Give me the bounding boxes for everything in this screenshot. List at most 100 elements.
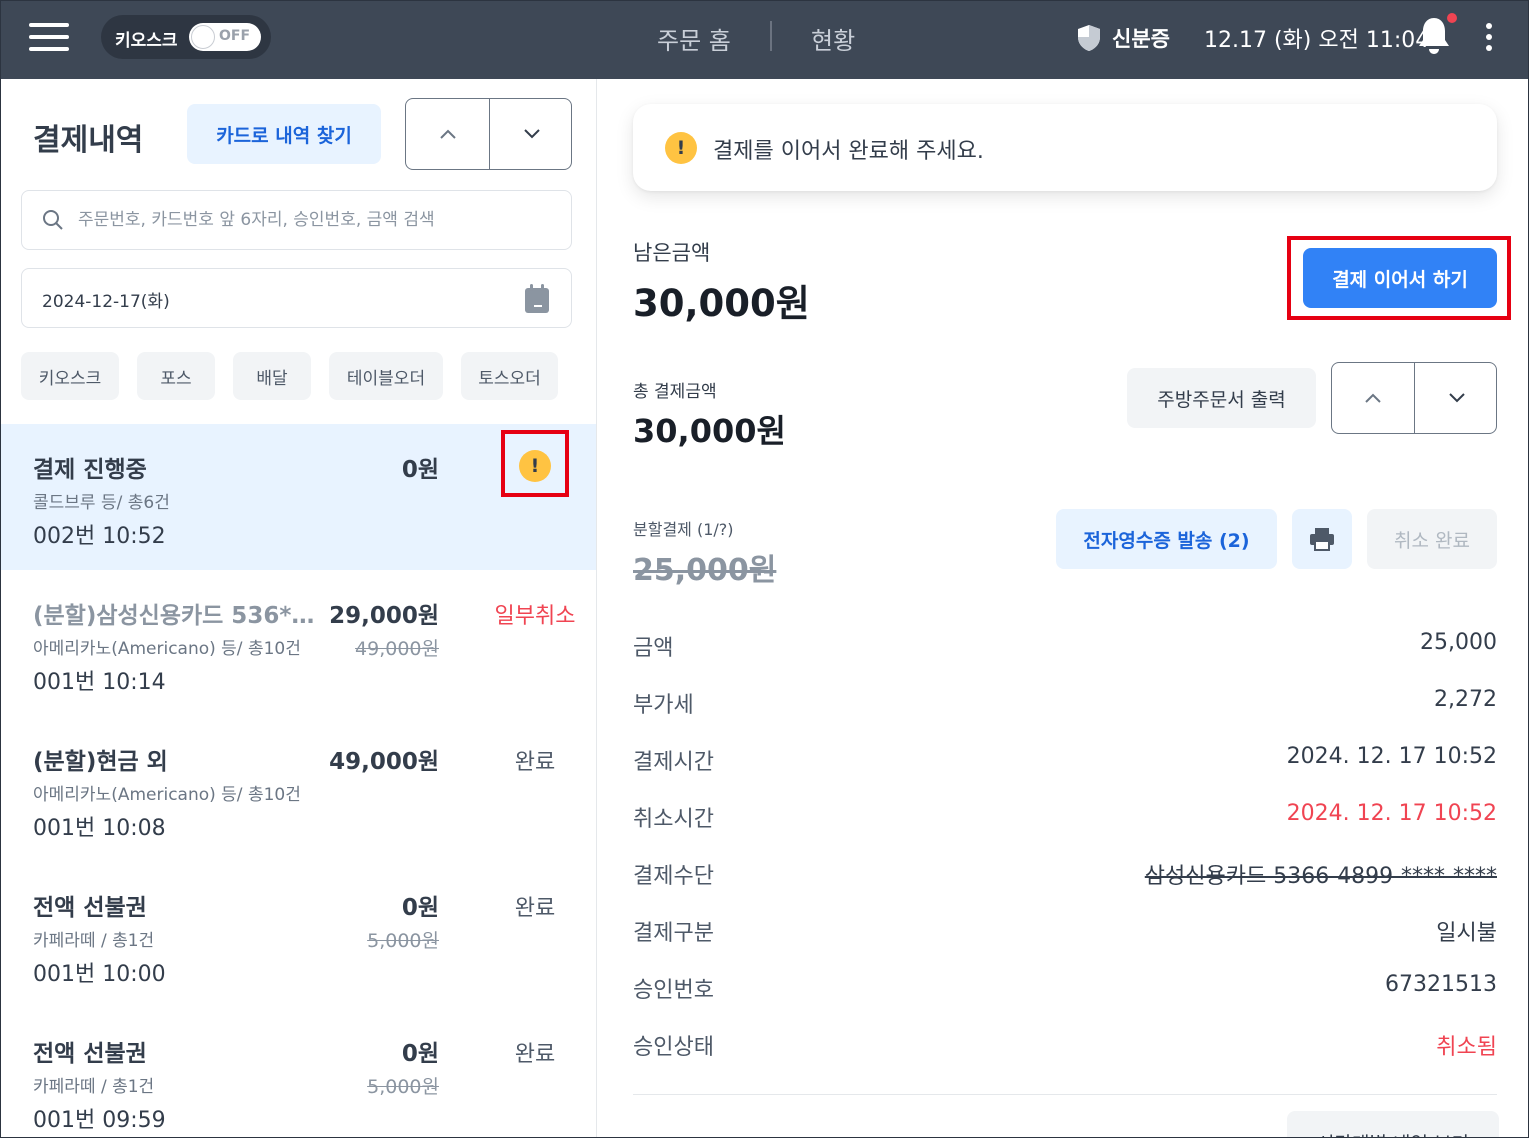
list-up-button[interactable]	[406, 99, 489, 169]
payment-order-time: 001번 09:59	[33, 1108, 166, 1133]
split-payment-amount: 25,000원	[633, 553, 777, 588]
id-card-label: 신분증	[1112, 27, 1170, 51]
total-amount-label: 총 결제금액	[633, 382, 717, 402]
highlight-box	[1287, 236, 1511, 320]
detail-label: 결제시간	[633, 750, 714, 775]
search-icon	[43, 210, 63, 230]
notification-dot	[1447, 13, 1457, 23]
detail-row-cancel-time: 취소시간 2024. 12. 17 10:52	[633, 795, 1497, 835]
find-by-card-button[interactable]: 카드로 내역 찾기	[187, 104, 381, 164]
kiosk-label: 키오스크	[115, 31, 178, 51]
detail-value: 일시불	[1436, 921, 1497, 946]
detail-label: 결제구분	[633, 921, 714, 946]
current-datetime: 12.17 (화) 오전 11:04	[1204, 28, 1430, 53]
detail-label: 승인번호	[633, 978, 714, 1003]
list-down-button[interactable]	[490, 99, 573, 169]
more-icon[interactable]	[1481, 21, 1497, 55]
bell-icon[interactable]	[1417, 13, 1457, 59]
detail-row-payment-method: 결제수단 삼성신용카드 5366-4899-****-****	[633, 852, 1497, 892]
detail-label: 승인상태	[633, 1035, 714, 1060]
payment-detail-panel: ! 결제를 이어서 완료해 주세요. 남은금액 30,000원 결제 이어서 하…	[597, 79, 1528, 1137]
payment-list-item[interactable]: 결제 진행중 콜드브루 등/ 총6건 002번 10:52 0원 !	[1, 424, 596, 570]
detail-label: 금액	[633, 636, 674, 661]
detail-value: 삼성신용카드 5366-4899-****-****	[1144, 864, 1497, 889]
print-receipt-button[interactable]	[1292, 509, 1352, 569]
detail-up-button[interactable]	[1332, 363, 1414, 433]
payment-summary: 아메리카노(Americano) 등/ 총10건	[33, 785, 301, 805]
search-box	[21, 190, 572, 250]
chevron-up-icon	[439, 129, 456, 139]
original-amount: 49,000원	[355, 638, 439, 660]
payment-order-time: 001번 10:08	[33, 816, 166, 841]
nav-status[interactable]: 현황	[811, 21, 855, 56]
menu-icon[interactable]	[29, 23, 71, 51]
print-kitchen-order-button[interactable]: 주방주문서 출력	[1127, 368, 1316, 428]
payment-status: 완료	[514, 1042, 556, 1067]
total-amount: 30,000원	[633, 412, 786, 450]
top-bar: 키오스크 OFF 주문 홈 현황 신분증 12.17 (화) 오전 11:04	[1, 1, 1528, 79]
detail-nav-stepper	[1331, 362, 1497, 434]
nav-order-home[interactable]: 주문 홈	[657, 21, 731, 56]
toggle-state: OFF	[219, 28, 251, 44]
hourly-history-button[interactable]: 시간대별 내역 보기	[1287, 1111, 1499, 1137]
payment-order-time: 002번 10:52	[33, 524, 166, 549]
payment-history-panel: 결제내역 카드로 내역 찾기 2024-12-17(화)	[1, 79, 597, 1137]
alert-banner: ! 결제를 이어서 완료해 주세요.	[633, 104, 1497, 191]
kiosk-toggle[interactable]: OFF	[189, 23, 261, 51]
payment-title: 결제 진행중	[33, 457, 147, 483]
payment-list-item[interactable]: (분할)현금 외 아메리카노(Americano) 등/ 총10건 001번 1…	[1, 716, 596, 862]
payment-amount: 29,000원	[329, 603, 439, 629]
original-amount: 5,000원	[367, 1076, 439, 1098]
payment-title: 전액 선불권	[33, 895, 147, 921]
printer-icon	[1310, 528, 1334, 551]
payment-amount: 49,000원	[329, 749, 439, 775]
detail-label: 취소시간	[633, 807, 714, 832]
payment-status: 일부취소	[494, 604, 576, 629]
calendar-icon	[525, 284, 549, 313]
payment-status: 완료	[514, 896, 556, 921]
kiosk-switch: 키오스크 OFF	[101, 15, 271, 59]
app-window: 키오스크 OFF 주문 홈 현황 신분증 12.17 (화) 오전 11:04	[0, 0, 1529, 1138]
payment-amount: 0원	[401, 895, 439, 921]
payment-amount: 0원	[401, 457, 439, 483]
payment-list-item[interactable]: 전액 선불권 카페라떼 / 총1건 001번 09:59 0원 5,000원 완…	[1, 1008, 596, 1137]
warning-icon: !	[665, 132, 697, 164]
detail-value: 25,000	[1420, 630, 1497, 655]
date-picker[interactable]: 2024-12-17(화)	[21, 268, 572, 328]
detail-row-amount: 금액 25,000	[633, 624, 1497, 664]
payment-summary: 콜드브루 등/ 총6건	[33, 493, 170, 513]
split-payment-label: 분할결제 (1/?)	[633, 520, 734, 539]
detail-label: 결제수단	[633, 864, 714, 889]
remaining-amount-label: 남은금액	[633, 241, 711, 265]
highlight-box	[501, 430, 569, 497]
payment-order-time: 001번 10:14	[33, 670, 166, 695]
detail-row-installment: 결제구분 일시불	[633, 909, 1497, 949]
alert-message: 결제를 이어서 완료해 주세요.	[713, 139, 984, 164]
send-e-receipt-button[interactable]: 전자영수증 발송 (2)	[1056, 509, 1277, 569]
divider	[633, 1094, 1497, 1095]
payment-title: (분할)삼성신용카드 536*…	[33, 603, 315, 629]
payment-list-item[interactable]: 전액 선불권 카페라떼 / 총1건 001번 10:00 0원 5,000원 완…	[1, 862, 596, 1008]
detail-value: 2024. 12. 17 10:52	[1286, 744, 1497, 769]
detail-value: 2,272	[1434, 687, 1497, 712]
chevron-down-icon	[523, 129, 540, 139]
detail-down-button[interactable]	[1415, 363, 1498, 433]
payment-amount: 0원	[401, 1041, 439, 1067]
filter-chip-toss-order[interactable]: 토스오더	[461, 352, 558, 400]
payment-summary: 카페라떼 / 총1건	[33, 1077, 155, 1097]
payment-order-time: 001번 10:00	[33, 962, 166, 987]
detail-row-vat: 부가세 2,272	[633, 681, 1497, 721]
payment-list-item[interactable]: (분할)삼성신용카드 536*… 아메리카노(Americano) 등/ 총10…	[1, 570, 596, 716]
filter-chip-kiosk[interactable]: 키오스크	[21, 352, 119, 400]
filter-chip-table-order[interactable]: 테이블오더	[329, 352, 443, 400]
detail-value: 67321513	[1385, 972, 1497, 997]
shield-icon	[1078, 25, 1100, 51]
filter-chip-pos[interactable]: 포스	[137, 352, 215, 400]
filter-chip-delivery[interactable]: 배달	[233, 352, 311, 400]
cancel-complete-button[interactable]: 취소 완료	[1367, 509, 1497, 569]
page-title: 결제내역	[33, 123, 144, 158]
payment-title: (분할)현금 외	[33, 749, 168, 775]
search-input[interactable]	[78, 192, 558, 248]
detail-row-approval-number: 승인번호 67321513	[633, 966, 1497, 1006]
remaining-amount: 30,000원	[633, 282, 810, 325]
